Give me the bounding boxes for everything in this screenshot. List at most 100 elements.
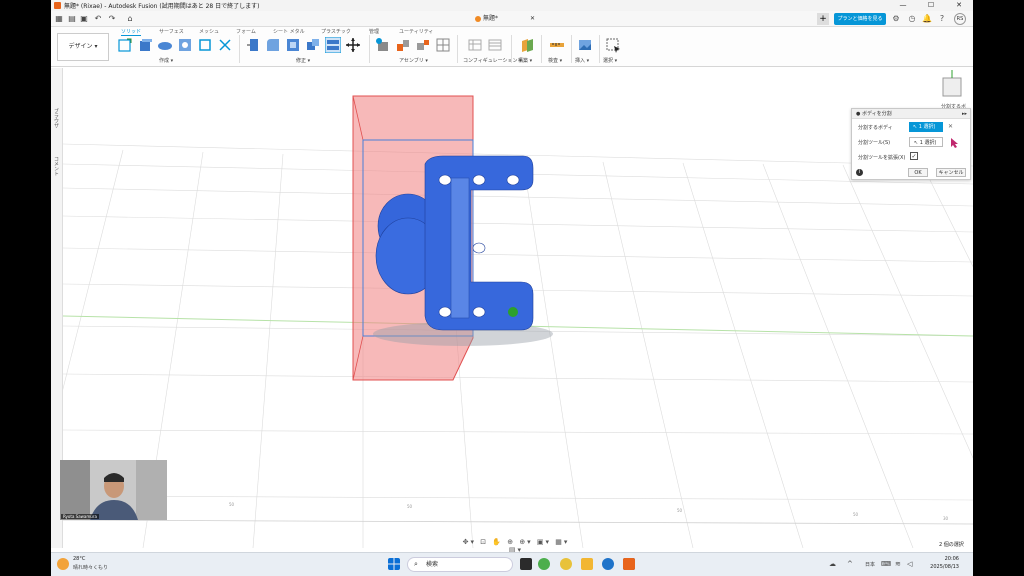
redo-icon[interactable]: ↷ <box>107 14 117 24</box>
clock-time[interactable]: 20:06 <box>923 556 959 562</box>
group-select[interactable]: 選択 ▾ <box>603 57 617 64</box>
canvas-viewport[interactable]: 分割するボ 50 50 505030 <box>63 68 973 548</box>
dialog-title: ボディを分割 <box>861 111 892 117</box>
offset-plane-icon[interactable] <box>519 37 535 53</box>
minimize-button[interactable]: — <box>889 0 917 11</box>
onedrive-icon[interactable]: ☁ <box>829 560 836 568</box>
save-icon[interactable]: ▣ <box>79 14 89 24</box>
fusion-window: 無題* (Rixae) - Autodesk Fusion (試用期間はあと 2… <box>51 0 973 576</box>
undo-icon[interactable]: ↶ <box>93 14 103 24</box>
notifications-icon[interactable]: 🔔 <box>922 14 932 24</box>
avatar[interactable]: RS <box>954 13 966 25</box>
webcam-video <box>60 460 167 520</box>
browser-label[interactable]: ブラウザ <box>53 108 60 128</box>
hole-icon[interactable] <box>177 37 193 53</box>
window-title: 無題* (Rixae) - Autodesk Fusion (試用期間はあと 2… <box>64 3 260 10</box>
group-assemble[interactable]: アセンブリ ▾ <box>399 57 428 64</box>
info-icon[interactable]: i <box>856 169 863 176</box>
as-built-joint-icon[interactable] <box>415 37 431 53</box>
fusion-taskbar-icon[interactable] <box>623 558 635 570</box>
tab-sheet-metal[interactable]: シート メタル <box>273 28 305 35</box>
move-sketch-icon[interactable] <box>197 37 213 53</box>
keyboard-icon[interactable]: ⌨ <box>881 560 891 568</box>
svg-text:50: 50 <box>677 508 683 513</box>
comments-label[interactable]: コメント <box>53 156 60 176</box>
fillet-icon[interactable] <box>265 37 281 53</box>
insert-image-icon[interactable] <box>577 37 593 53</box>
trim-icon[interactable] <box>217 37 233 53</box>
edge-icon[interactable] <box>602 558 614 570</box>
tab-mesh[interactable]: メッシュ <box>199 28 219 35</box>
volume-icon[interactable]: ◁ <box>907 560 912 568</box>
move-icon[interactable] <box>345 37 361 53</box>
clear-selection-icon[interactable]: ✕ <box>948 123 953 130</box>
chrome-icon[interactable] <box>560 558 572 570</box>
help-icon[interactable]: ? <box>937 14 947 24</box>
file-explorer-icon[interactable] <box>581 558 593 570</box>
title-bar: 無題* (Rixae) - Autodesk Fusion (試用期間はあと 2… <box>51 0 973 11</box>
new-tab-button[interactable]: + <box>817 13 829 25</box>
cancel-button[interactable]: キャンセル <box>936 168 966 177</box>
maximize-button[interactable]: ☐ <box>917 0 945 11</box>
configure-icon[interactable] <box>467 37 483 53</box>
group-inspect[interactable]: 検査 ▾ <box>548 57 562 64</box>
taskbar-search-input[interactable]: ⌕ 検索 <box>407 557 513 572</box>
upgrade-button[interactable]: プランと価格を見る <box>834 13 886 25</box>
weather-description[interactable]: 晴れ時々くもり <box>73 564 108 571</box>
wifi-icon[interactable]: ≋ <box>895 560 901 568</box>
extensions-icon[interactable]: ⚙ <box>891 14 901 24</box>
workspace-dropdown[interactable]: デザイン ▾ <box>57 33 109 61</box>
ok-button[interactable]: OK <box>908 168 928 177</box>
navigation-bar[interactable]: ✥▾ ⊡ ✋ ⊕ ⊕▾ ▣▾ ▦▾ ▤▾ <box>456 538 576 554</box>
group-modify[interactable]: 修正 ▾ <box>296 57 310 64</box>
combine-icon[interactable] <box>305 37 321 53</box>
weather-icon[interactable] <box>57 558 69 570</box>
dialog-collapse-icon[interactable]: ● <box>856 111 860 117</box>
create-sketch-icon[interactable] <box>117 37 133 53</box>
jobs-icon[interactable]: ◷ <box>907 14 917 24</box>
origin-point-icon[interactable] <box>508 307 518 317</box>
clock-date[interactable]: 2025/08/13 <box>919 564 959 570</box>
file-icon[interactable]: ▤ <box>67 14 77 24</box>
extend-tool-checkbox[interactable]: ✓ <box>910 152 918 160</box>
tab-manage[interactable]: 管理 <box>369 28 379 35</box>
task-view-icon[interactable] <box>520 558 532 570</box>
dialog-expand-icon[interactable]: ▸▸ <box>962 109 967 119</box>
group-configuration[interactable]: コンフィギュレーション ▾ <box>463 57 522 64</box>
tab-plastic[interactable]: プラスチック <box>321 28 351 35</box>
grid-menu-icon[interactable]: ▦ <box>54 14 64 24</box>
close-button[interactable]: ✕ <box>945 0 973 11</box>
windows-start-icon[interactable] <box>388 558 400 570</box>
extrude-icon[interactable] <box>137 37 153 53</box>
joint-origin-icon[interactable] <box>435 37 451 53</box>
selection-count: 2 個の選択 <box>939 542 964 548</box>
shell-icon[interactable] <box>285 37 301 53</box>
svg-text:50: 50 <box>853 512 859 517</box>
chevron-up-icon[interactable]: ^ <box>847 560 853 568</box>
revolve-icon[interactable] <box>157 37 173 53</box>
press-pull-icon[interactable] <box>245 37 261 53</box>
configuration-table-icon[interactable] <box>487 37 503 53</box>
tab-surface[interactable]: サーフェス <box>159 28 184 35</box>
search-icon: ⌕ <box>414 560 418 568</box>
tab-solid[interactable]: ソリッド <box>121 28 142 36</box>
weather-temperature[interactable]: 28°C <box>73 556 85 562</box>
tab-utilities[interactable]: ユーティリティ <box>399 28 433 35</box>
group-create[interactable]: 作成 ▾ <box>159 57 173 64</box>
mouse-cursor-icon <box>951 138 958 148</box>
document-tab[interactable]: 無題* ✕ <box>469 13 541 25</box>
tab-form[interactable]: フォーム <box>236 28 256 35</box>
body-to-split-select[interactable]: ↖ 1 選択( <box>909 122 943 132</box>
split-body-icon[interactable] <box>325 37 341 53</box>
group-insert[interactable]: 挿入 ▾ <box>575 57 589 64</box>
dialog-header[interactable]: ● ボディを分割 ▸▸ <box>852 109 970 119</box>
new-component-icon[interactable] <box>375 37 391 53</box>
input-language[interactable]: 日本 <box>865 561 875 568</box>
joint-icon[interactable] <box>395 37 411 53</box>
measure-icon[interactable] <box>549 37 565 53</box>
line-app-icon[interactable] <box>538 558 550 570</box>
select-icon[interactable] <box>605 37 621 53</box>
splitting-tool-select[interactable]: ↖ 1 選択( <box>909 137 943 147</box>
home-icon[interactable]: ⌂ <box>125 14 135 24</box>
group-construct[interactable]: 構築 ▾ <box>518 57 532 64</box>
